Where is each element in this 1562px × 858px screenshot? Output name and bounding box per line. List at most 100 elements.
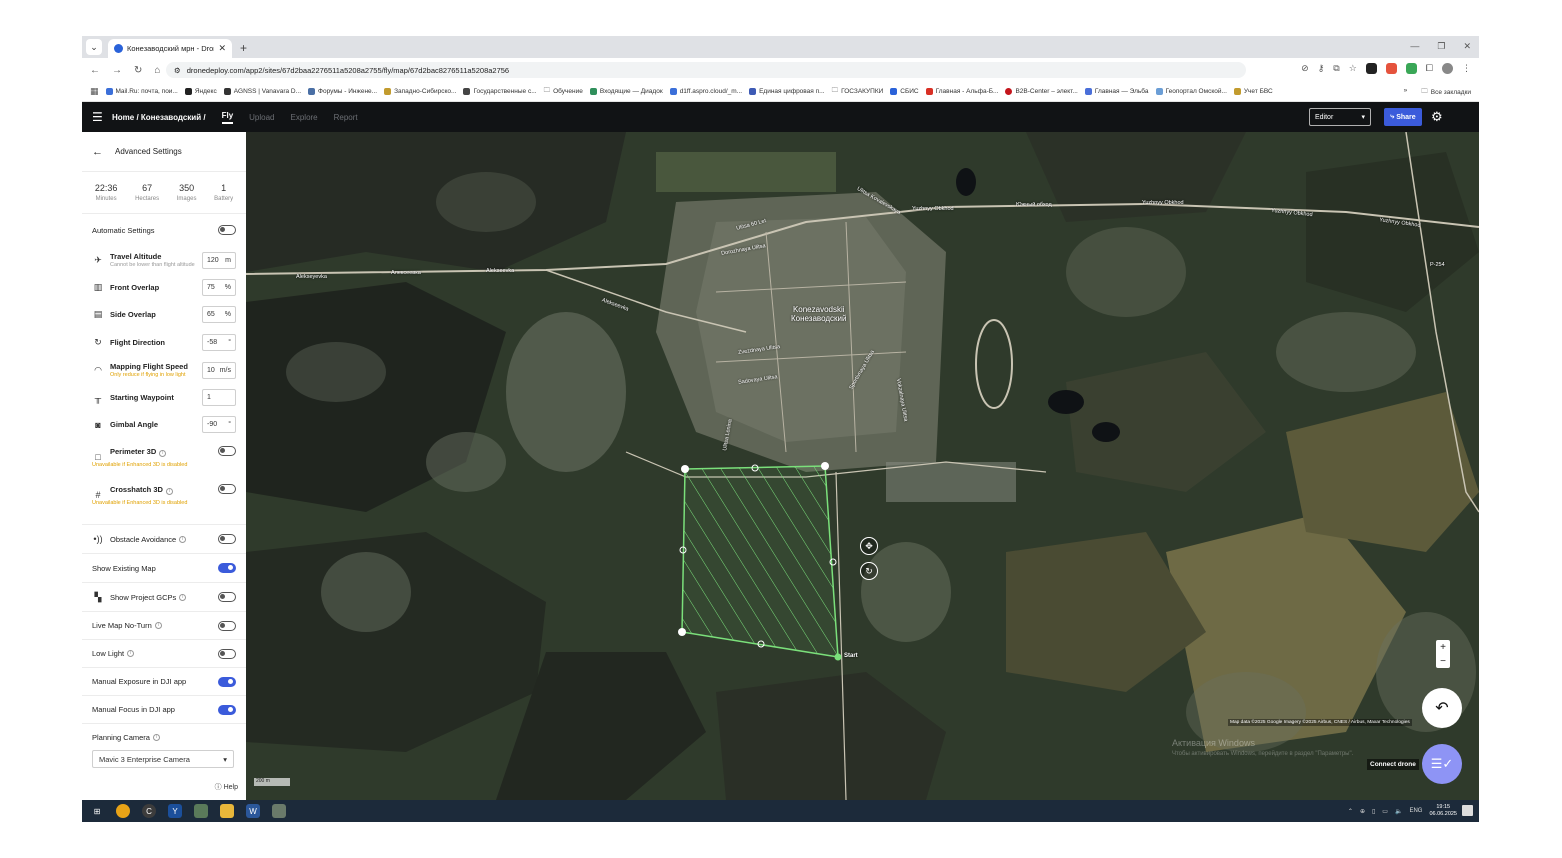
bookmarks-more-icon[interactable]: » bbox=[1404, 87, 1408, 98]
chrome-app-icon[interactable] bbox=[116, 804, 130, 818]
battery-icon[interactable]: ▯ bbox=[1372, 808, 1375, 815]
yandex-app-icon[interactable]: Y bbox=[168, 804, 182, 818]
info-icon[interactable]: i bbox=[159, 449, 167, 457]
automatic-settings-toggle[interactable] bbox=[218, 225, 236, 235]
bookmark[interactable]: Яндекс bbox=[184, 88, 217, 95]
browser-tab[interactable]: Конезаводский мрн - DroneDeploy ✕ bbox=[108, 39, 232, 58]
info-icon[interactable]: i bbox=[127, 650, 135, 657]
bookmark[interactable]: Геопортал Омской... bbox=[1155, 88, 1227, 95]
manual-exposure-toggle[interactable] bbox=[218, 676, 236, 687]
info-icon[interactable]: i bbox=[179, 535, 187, 543]
starting-waypoint-input[interactable]: 1 bbox=[202, 389, 236, 406]
obstacle-avoidance-toggle[interactable] bbox=[218, 534, 236, 544]
perimeter-3d-toggle[interactable] bbox=[218, 446, 236, 456]
tab-upload[interactable]: Upload bbox=[249, 113, 274, 122]
bookmark[interactable]: B2B-Center – элект... bbox=[1005, 88, 1078, 95]
close-window-icon[interactable]: ✕ bbox=[1463, 41, 1471, 52]
bookmark[interactable]: AGNSS | Vanavara D... bbox=[223, 88, 301, 95]
extension-red-icon[interactable] bbox=[1385, 63, 1397, 74]
notifications-icon[interactable] bbox=[1462, 805, 1473, 816]
extension-green-icon[interactable] bbox=[1405, 63, 1417, 74]
share-page-icon[interactable]: ⧉ bbox=[1333, 63, 1339, 74]
flight-direction-input[interactable]: -58 ° bbox=[202, 333, 236, 351]
address-bar[interactable]: ⚙ dronedeploy.com/app2/sites/67d2baa2276… bbox=[166, 62, 1246, 78]
bookmark[interactable]: Единая цифровая п... bbox=[749, 88, 825, 95]
key-icon[interactable]: ⚷ bbox=[1318, 63, 1325, 74]
bookmark[interactable]: Mail.Ru: почта, пои... bbox=[105, 88, 178, 95]
undo-button[interactable]: ↶ bbox=[1422, 688, 1462, 728]
show-existing-map-toggle[interactable] bbox=[218, 563, 236, 573]
site-info-icon[interactable]: ⚙ bbox=[174, 66, 181, 75]
satellite-map[interactable]: Alekseyevka Алексеевка Alekseevka Alekse… bbox=[246, 132, 1479, 800]
extensions-puzzle-icon[interactable]: ⧠ bbox=[1426, 63, 1433, 74]
display-icon[interactable]: ▭ bbox=[1382, 808, 1388, 815]
app-icon[interactable] bbox=[194, 804, 208, 818]
tab-fly[interactable]: Fly bbox=[221, 111, 234, 124]
app-c-icon[interactable]: C bbox=[142, 804, 156, 818]
extension-k-icon[interactable] bbox=[1365, 63, 1377, 74]
gimbal-angle-input[interactable]: -90 ° bbox=[202, 416, 236, 433]
bookmark-folder[interactable]: 🗀 ГОСЗАКУПКИ bbox=[832, 86, 884, 97]
rotate-polygon-icon[interactable]: ↻ bbox=[860, 562, 878, 580]
profile-avatar-icon[interactable] bbox=[1442, 63, 1453, 74]
clock[interactable]: 19:15 06.06.2025 bbox=[1429, 804, 1457, 818]
bookmark[interactable]: Западно-Сибирско... bbox=[384, 88, 456, 95]
chrome-menu-icon[interactable]: ⋮ bbox=[1462, 63, 1471, 74]
zoom-out-icon[interactable]: − bbox=[1440, 656, 1446, 667]
bookmark[interactable]: Форумы - Инжене... bbox=[308, 88, 377, 95]
bookmark[interactable]: Учет БВС bbox=[1233, 88, 1273, 95]
word-app-icon[interactable]: W bbox=[246, 804, 260, 818]
bookmark[interactable]: Главная - Альфа-Б... bbox=[925, 88, 998, 95]
move-polygon-icon[interactable]: ✥ bbox=[860, 537, 878, 555]
bookmark[interactable]: СБИС bbox=[890, 88, 919, 95]
side-overlap-input[interactable]: 65% bbox=[202, 306, 236, 323]
tray-up-icon[interactable]: ⌃ bbox=[1348, 808, 1353, 815]
close-tab-icon[interactable]: ✕ bbox=[218, 43, 226, 54]
translate-icon[interactable]: ⊘ bbox=[1301, 63, 1309, 74]
new-tab-icon[interactable]: + bbox=[240, 41, 247, 55]
apps-grid-icon[interactable]: ▦ bbox=[90, 86, 99, 97]
info-icon[interactable]: i bbox=[152, 733, 160, 741]
role-select[interactable]: Editor ▾ bbox=[1309, 108, 1371, 126]
minimize-icon[interactable]: — bbox=[1410, 41, 1419, 52]
star-icon[interactable]: ☆ bbox=[1349, 63, 1357, 74]
tab-search-icon[interactable]: ⌄ bbox=[86, 39, 102, 55]
show-project-gcps-toggle[interactable] bbox=[218, 592, 236, 602]
reload-icon[interactable]: ↻ bbox=[134, 65, 142, 76]
planning-camera-select[interactable]: Mavic 3 Enterprise Camera ▾ bbox=[92, 750, 234, 768]
gear-icon[interactable]: ⚙ bbox=[1431, 109, 1443, 125]
travel-altitude-input[interactable]: 120 m bbox=[202, 251, 236, 269]
file-explorer-icon[interactable] bbox=[220, 804, 234, 818]
language-indicator[interactable]: ENG bbox=[1409, 808, 1422, 814]
all-bookmarks[interactable]: 🗀 Все закладки bbox=[1421, 87, 1471, 98]
mapping-speed-input[interactable]: 10 m/s bbox=[202, 361, 236, 379]
back-icon[interactable]: ← bbox=[90, 65, 100, 76]
back-arrow-icon[interactable]: ← bbox=[92, 146, 103, 158]
front-overlap-input[interactable]: 75% bbox=[202, 279, 236, 296]
tab-report[interactable]: Report bbox=[334, 113, 358, 122]
share-button[interactable]: ⤷ Share bbox=[1384, 108, 1422, 126]
low-light-toggle[interactable] bbox=[218, 648, 236, 659]
app-icon[interactable] bbox=[272, 804, 286, 818]
info-icon[interactable]: i bbox=[154, 622, 162, 629]
info-icon[interactable]: i bbox=[165, 487, 173, 495]
bookmark[interactable]: Государственные с... bbox=[463, 88, 537, 95]
bookmark-folder[interactable]: 🗀 Обучение bbox=[544, 86, 583, 97]
forward-icon[interactable]: → bbox=[112, 65, 122, 76]
menu-icon[interactable]: ☰ bbox=[92, 110, 103, 124]
bookmark[interactable]: Входящие — Диадок bbox=[589, 88, 663, 95]
network-icon[interactable]: ⊕ bbox=[1360, 808, 1365, 815]
crosshatch-3d-toggle[interactable] bbox=[218, 484, 236, 494]
bookmark[interactable]: d1ff.aspro.cloud/_m... bbox=[669, 88, 742, 95]
windows-start-icon[interactable]: ⊞ bbox=[90, 804, 104, 818]
help-link[interactable]: ⓘ Help bbox=[215, 782, 238, 792]
info-icon[interactable]: i bbox=[179, 593, 187, 601]
bookmark[interactable]: Главная — Эльба bbox=[1084, 88, 1149, 95]
manual-focus-toggle[interactable] bbox=[218, 704, 236, 715]
tab-explore[interactable]: Explore bbox=[291, 113, 318, 122]
live-map-no-turn-toggle[interactable] bbox=[218, 620, 236, 631]
connect-drone-button[interactable]: ☰✓ bbox=[1422, 744, 1462, 784]
restore-icon[interactable]: ❐ bbox=[1437, 41, 1445, 52]
zoom-in-icon[interactable]: + bbox=[1440, 642, 1446, 653]
home-icon[interactable]: ⌂ bbox=[154, 65, 160, 76]
